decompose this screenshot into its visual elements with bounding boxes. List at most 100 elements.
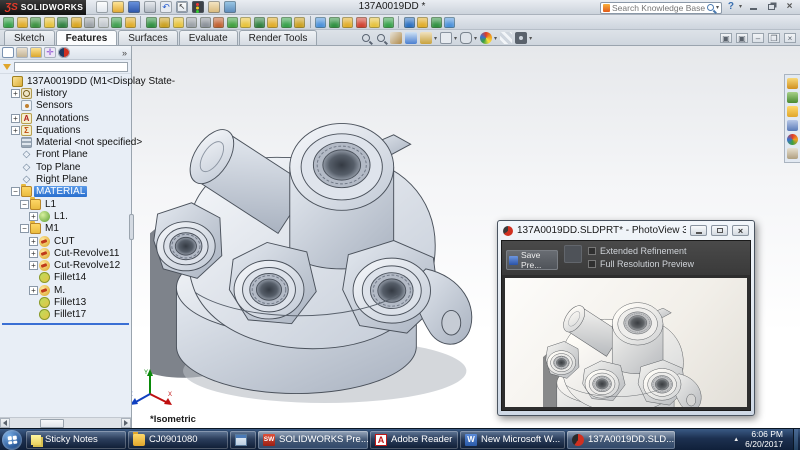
- photoview-minimize-button[interactable]: [690, 225, 707, 236]
- tree-item-history[interactable]: + History: [0, 87, 131, 99]
- tree-item-annotations[interactable]: + A Annotations: [0, 112, 131, 124]
- start-button[interactable]: [2, 429, 22, 450]
- toolbar-icon[interactable]: [369, 16, 380, 28]
- tree-item-fillet14[interactable]: Fillet14: [0, 272, 131, 284]
- edit-appearance-icon[interactable]: [480, 32, 493, 44]
- toolbar-icon[interactable]: [226, 16, 238, 28]
- tab-evaluate[interactable]: Evaluate: [178, 30, 238, 45]
- view-orientation-icon[interactable]: [420, 32, 432, 44]
- frame-icon[interactable]: ▣: [736, 33, 748, 43]
- tab-render-tools[interactable]: Render Tools: [238, 30, 318, 45]
- doc-minimize-button[interactable]: –: [752, 33, 764, 43]
- checkbox-icon[interactable]: [588, 260, 596, 268]
- expand-icon[interactable]: +: [29, 261, 38, 271]
- toolbar-icon[interactable]: [43, 16, 55, 28]
- toolbar-icon[interactable]: [382, 16, 394, 28]
- options-icon[interactable]: [224, 1, 236, 13]
- zoom-fit-icon[interactable]: [362, 34, 370, 42]
- save-preview-button[interactable]: Save Pre...: [506, 250, 558, 270]
- checkbox-icon[interactable]: [588, 247, 596, 255]
- file-explorer-icon[interactable]: [787, 106, 798, 117]
- search-dropdown-icon[interactable]: ▾: [716, 4, 719, 11]
- rebuild-icon[interactable]: [192, 1, 204, 13]
- display-style-dropdown-icon[interactable]: ▾: [454, 35, 457, 42]
- tree-item-equations[interactable]: + Σ Equations: [0, 124, 131, 136]
- toolbar-icon[interactable]: [97, 16, 109, 28]
- search-input[interactable]: [612, 2, 705, 13]
- tree-item-right-plane[interactable]: ◇ Right Plane: [0, 173, 131, 185]
- help-icon[interactable]: ?: [728, 1, 734, 12]
- panel-tab-display-manager[interactable]: [58, 47, 70, 58]
- tree-filter-input[interactable]: [14, 61, 128, 72]
- toolbar-icon[interactable]: [111, 16, 122, 28]
- full-resolution-preview-checkbox[interactable]: Full Resolution Preview: [588, 259, 694, 269]
- toolbar-icon[interactable]: [16, 16, 28, 28]
- collapse-icon[interactable]: −: [11, 187, 20, 197]
- tree-item-m[interactable]: + M.: [0, 284, 131, 296]
- toolbar-icon[interactable]: [240, 16, 251, 28]
- section-view-icon[interactable]: [405, 32, 417, 44]
- taskbar-button-adobe-reader[interactable]: A Adobe Reader: [370, 430, 458, 449]
- panel-horizontal-scrollbar[interactable]: [0, 417, 131, 428]
- toolbar-icon[interactable]: [199, 16, 211, 28]
- expand-icon[interactable]: +: [11, 125, 20, 135]
- tree-item-top-plane[interactable]: ◇ Top Plane: [0, 161, 131, 173]
- search-icon[interactable]: [706, 4, 714, 11]
- panel-tabs-overflow-icon[interactable]: »: [122, 48, 129, 58]
- toolbar-icon[interactable]: [253, 16, 265, 28]
- photoview-maximize-button[interactable]: [711, 225, 728, 236]
- tree-item-cut-revolve11[interactable]: + Cut-Revolve11: [0, 247, 131, 259]
- photoview-titlebar[interactable]: 137A0019DD.SLDPRT* - PhotoView 360 2015 …: [498, 221, 754, 240]
- taskbar-button-sticky-notes[interactable]: Sticky Notes: [26, 430, 126, 449]
- solidworks-resources-icon[interactable]: [787, 78, 798, 89]
- appearances-scenes-icon[interactable]: [787, 134, 798, 145]
- display-style-icon[interactable]: [440, 32, 453, 44]
- expand-icon[interactable]: +: [29, 248, 38, 258]
- hidden-icons-arrow[interactable]: ▲: [733, 437, 739, 443]
- expand-icon[interactable]: +: [29, 236, 38, 246]
- doc-close-button[interactable]: ×: [784, 33, 796, 43]
- photoview-window[interactable]: 137A0019DD.SLDPRT* - PhotoView 360 2015 …: [497, 220, 755, 416]
- toolbar-icon[interactable]: [145, 16, 157, 28]
- expand-icon[interactable]: +: [29, 285, 38, 295]
- undo-icon[interactable]: ↶: [160, 1, 172, 13]
- taskbar-button-new-microsoft-w[interactable]: W New Microsoft W...: [460, 430, 565, 449]
- toolbar-icon[interactable]: [342, 16, 353, 28]
- toolbar-icon[interactable]: [159, 16, 170, 28]
- tree-item-fillet13[interactable]: Fillet13: [0, 296, 131, 308]
- extended-refinement-checkbox[interactable]: Extended Refinement: [588, 246, 694, 256]
- tab-surfaces[interactable]: Surfaces: [118, 30, 178, 45]
- zoom-to-area-icon[interactable]: [377, 34, 385, 42]
- view-settings-dropdown-icon[interactable]: ▾: [529, 35, 532, 42]
- tree-item-front-plane[interactable]: ◇ Front Plane: [0, 149, 131, 161]
- tree-item-material-not-specified[interactable]: Material <not specified>: [0, 136, 142, 149]
- graphics-viewport[interactable]: Y X Z *Isometric 137A0019DD.SLDPRT* - Ph…: [132, 46, 800, 428]
- toolbar-icon[interactable]: [355, 16, 367, 28]
- toolbar-icon[interactable]: [315, 16, 326, 28]
- scroll-left-arrow[interactable]: [0, 418, 10, 428]
- collapse-icon[interactable]: −: [20, 224, 29, 234]
- collapse-icon[interactable]: −: [20, 199, 29, 209]
- panel-tab-featuremanager-tree[interactable]: [2, 47, 14, 58]
- toolbar-icon[interactable]: [84, 16, 95, 28]
- tree-item-137a0019dd-m1-display-state[interactable]: 137A0019DD (M1<Display State-: [0, 75, 175, 87]
- panel-splitter[interactable]: [129, 214, 134, 240]
- toolbar-icon[interactable]: [172, 16, 184, 28]
- toolbar-icon[interactable]: [280, 16, 292, 28]
- taskbar-button-cj0901080[interactable]: CJ0901080: [128, 430, 228, 449]
- scroll-right-arrow[interactable]: [121, 418, 131, 428]
- restore-button[interactable]: [765, 1, 778, 12]
- tree-item-material[interactable]: − MATERIAL: [0, 184, 131, 198]
- view-settings-icon[interactable]: [515, 32, 528, 44]
- part-3d-model[interactable]: [150, 85, 490, 415]
- photoview-close-button[interactable]: ×: [732, 225, 749, 236]
- close-button[interactable]: ×: [783, 1, 796, 12]
- taskbar-button-137a0019dd-sld[interactable]: 137A0019DD.SLD...: [567, 430, 675, 449]
- show-desktop-button[interactable]: [793, 428, 798, 450]
- toolbar-icon[interactable]: [213, 16, 224, 28]
- toolbar-icon[interactable]: [294, 16, 305, 28]
- expand-icon[interactable]: +: [29, 211, 38, 221]
- file-properties-icon[interactable]: [208, 1, 220, 13]
- open-icon[interactable]: [112, 1, 124, 13]
- tree-item-cut-revolve12[interactable]: + Cut-Revolve12: [0, 259, 131, 272]
